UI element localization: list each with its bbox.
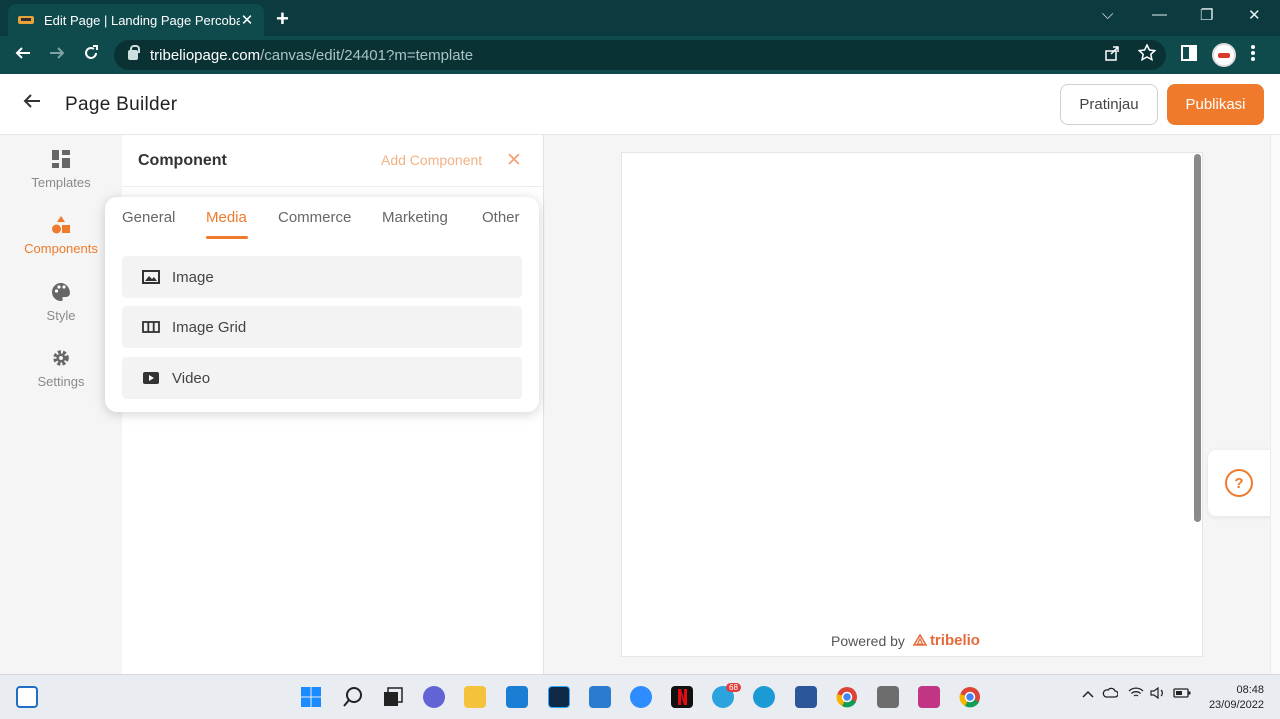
component-item-image-grid[interactable]: Image Grid [122, 306, 522, 348]
reload-icon[interactable] [82, 44, 100, 67]
rail-item-label: Style [46, 308, 76, 323]
close-window-button[interactable]: ✕ [1248, 6, 1261, 24]
zoom-icon[interactable] [630, 686, 652, 708]
component-popover: General Media Commerce Marketing Other I… [105, 197, 539, 412]
image-grid-icon [142, 320, 160, 334]
minimize-button[interactable]: — [1152, 6, 1167, 23]
powered-by: Powered by tribelio [831, 632, 980, 649]
chat-icon[interactable] [423, 686, 445, 708]
tab-close-icon[interactable]: ✕ [240, 11, 254, 29]
right-edge-panel [1270, 135, 1280, 674]
rail-item-style[interactable]: Style [0, 282, 122, 323]
widgets-icon[interactable] [16, 686, 38, 708]
netflix-icon[interactable] [671, 686, 693, 708]
publish-button[interactable]: Publikasi [1167, 84, 1264, 125]
wifi-icon[interactable] [1128, 687, 1144, 702]
tray-overflow-icon[interactable] [1082, 687, 1094, 702]
add-component-link[interactable]: Add Component [381, 152, 482, 168]
edge-icon[interactable] [753, 686, 775, 708]
battery-icon[interactable] [1173, 687, 1191, 702]
clock-time: 08:48 [1236, 684, 1264, 696]
os-taskbar: 68 08:48 23/09/2022 [0, 674, 1280, 719]
app-header: Page Builder Pratinjau Publikasi [0, 74, 1280, 135]
tab-other[interactable]: Other [482, 209, 520, 226]
onedrive-icon[interactable] [1102, 687, 1119, 702]
brand-text: tribelio [929, 632, 980, 649]
component-item-video[interactable]: Video [122, 357, 522, 399]
help-icon: ? [1225, 469, 1253, 497]
panel-title: Component [138, 152, 227, 169]
component-item-label: Image [172, 268, 214, 286]
browser-toolbar: tribeliopage.com/canvas/edit/24401?m=tem… [0, 36, 1280, 74]
tab-media[interactable]: Media [206, 209, 247, 226]
component-item-image[interactable]: Image [122, 256, 522, 298]
restore-button[interactable]: ❐ [1200, 6, 1213, 24]
calculator-icon[interactable] [877, 686, 899, 708]
side-panel-icon[interactable] [1180, 44, 1198, 67]
page-canvas[interactable] [621, 152, 1203, 657]
url-host: tribeliopage.com [150, 46, 261, 64]
tribelio-logo-icon [912, 633, 928, 646]
new-tab-button[interactable]: + [276, 6, 289, 32]
panel-header: Component Add Component ✕ [122, 135, 544, 187]
templates-icon [51, 149, 71, 169]
telegram-badge: 68 [726, 683, 741, 692]
rail-item-label: Templates [31, 175, 91, 190]
system-clock[interactable]: 08:48 23/09/2022 [1200, 683, 1264, 713]
close-icon[interactable]: ✕ [506, 149, 522, 172]
rail-item-templates[interactable]: Templates [0, 149, 122, 190]
canvas-scrollbar[interactable] [1194, 154, 1201, 522]
store-bag-icon[interactable] [589, 686, 611, 708]
clock-date: 23/09/2022 [1208, 699, 1264, 711]
lock-icon[interactable] [128, 45, 140, 60]
store-icon[interactable] [506, 686, 528, 708]
forward-nav-icon[interactable] [48, 44, 66, 67]
back-nav-icon[interactable] [14, 44, 32, 67]
tab-title: Edit Page | Landing Page Percoba [44, 12, 240, 28]
bookmark-star-icon[interactable] [1137, 43, 1157, 67]
browser-tab[interactable]: Edit Page | Landing Page Percoba ✕ [8, 4, 264, 36]
browser-tab-bar: Edit Page | Landing Page Percoba ✕ + ⌵ —… [0, 0, 1280, 36]
windows-start-icon[interactable] [300, 686, 322, 708]
tab-marketing[interactable]: Marketing [382, 209, 448, 226]
url-path: /canvas/edit/24401?m=template [260, 46, 474, 64]
rail-item-settings[interactable]: Settings [0, 348, 122, 389]
page-title: Page Builder [65, 94, 178, 115]
address-bar[interactable]: tribeliopage.com/canvas/edit/24401?m=tem… [114, 40, 1166, 70]
tribelio-logo: tribelio [912, 632, 980, 649]
word-icon[interactable] [795, 686, 817, 708]
video-icon [142, 371, 160, 385]
rail-item-label: Components [24, 241, 98, 256]
profile-avatar[interactable] [1212, 43, 1236, 67]
arrow-left-icon[interactable] [22, 91, 42, 117]
browser-menu-icon[interactable] [1250, 44, 1256, 67]
palette-icon [51, 282, 71, 302]
volume-icon[interactable] [1150, 686, 1166, 702]
instagram-icon[interactable] [918, 686, 940, 708]
task-view-icon[interactable] [382, 686, 404, 708]
rail-item-label: Settings [37, 374, 85, 389]
chrome-profile-icon[interactable] [959, 686, 981, 708]
tab-general[interactable]: General [122, 209, 175, 226]
component-item-label: Video [172, 369, 211, 387]
share-icon[interactable] [1103, 44, 1121, 67]
gear-icon [51, 348, 71, 368]
components-icon [51, 215, 71, 235]
active-tab-indicator [206, 236, 248, 239]
tab-search-icon[interactable]: ⌵ [1102, 6, 1113, 23]
tab-commerce[interactable]: Commerce [278, 209, 351, 226]
powered-by-text: Powered by [831, 632, 905, 649]
image-icon [142, 270, 160, 284]
component-item-label: Image Grid [172, 318, 247, 336]
file-explorer-icon[interactable] [464, 686, 486, 708]
chrome-icon[interactable] [836, 686, 858, 708]
preview-button[interactable]: Pratinjau [1060, 84, 1158, 125]
photoshop-icon[interactable] [548, 686, 570, 708]
search-icon[interactable] [342, 686, 364, 708]
left-rail: Templates Components Style Settings [0, 135, 122, 674]
tribelio-favicon-icon [18, 16, 34, 24]
rail-item-components[interactable]: Components [0, 215, 122, 256]
